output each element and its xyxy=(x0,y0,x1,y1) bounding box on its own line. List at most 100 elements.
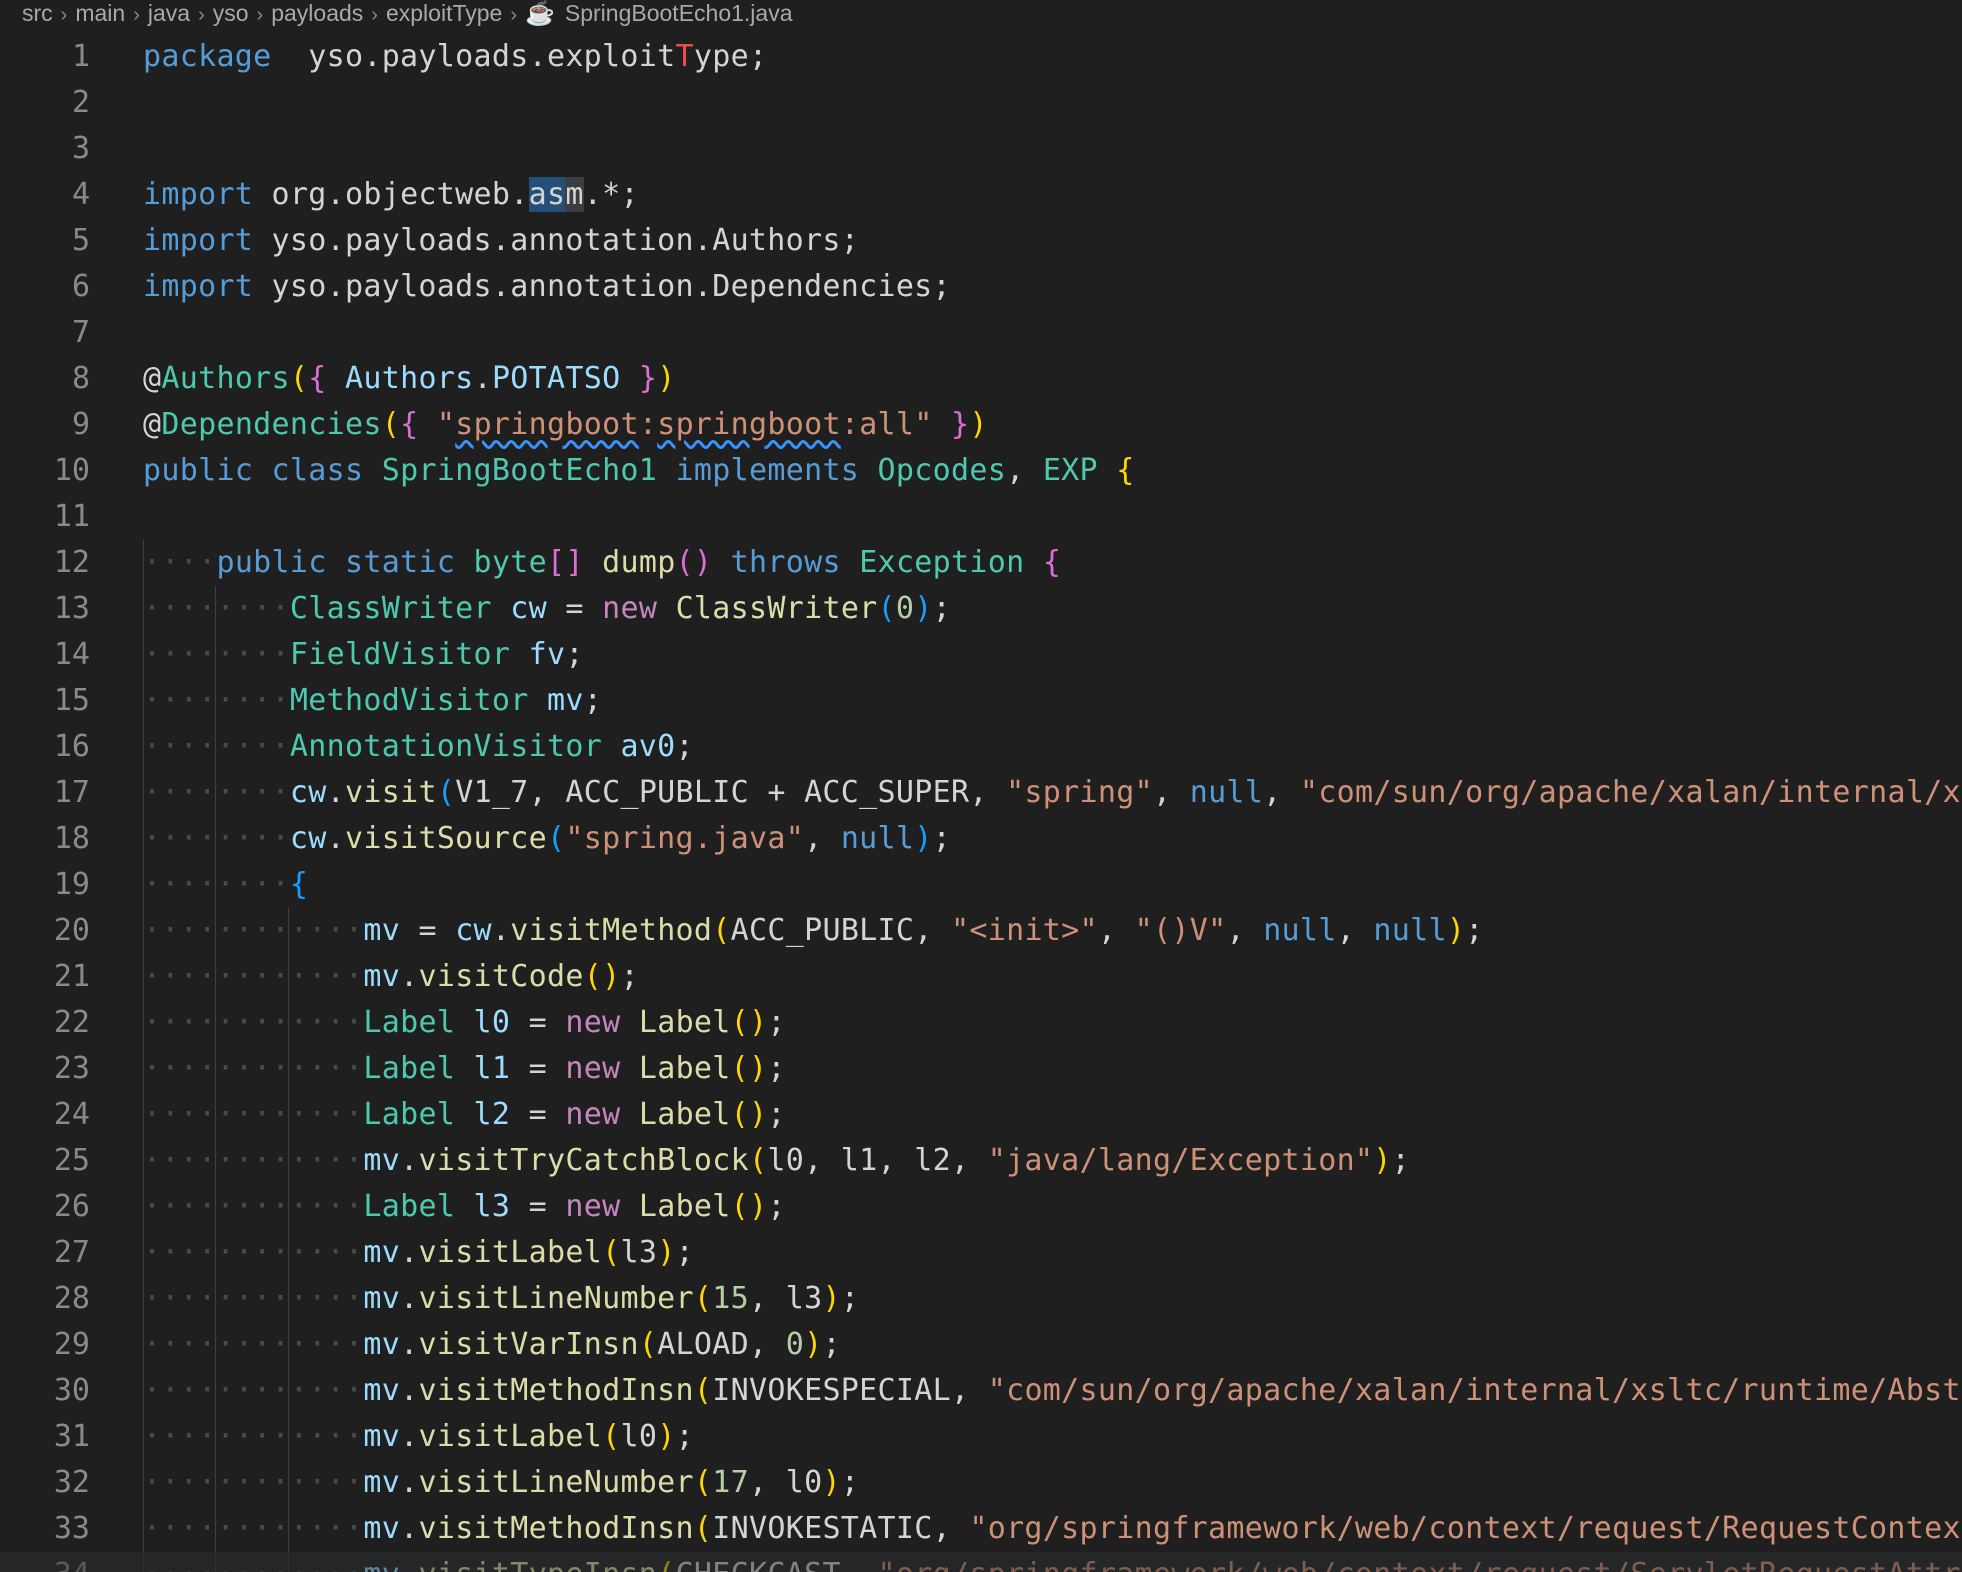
code-token: ; xyxy=(620,959,639,994)
breadcrumb-item[interactable]: payloads xyxy=(271,0,363,26)
code-token: ) xyxy=(804,1327,823,1362)
indent-guide xyxy=(215,1460,217,1506)
line-number: 10 xyxy=(53,453,90,488)
code-token: .*; xyxy=(583,177,639,212)
code-line[interactable]: 7 xyxy=(0,310,1962,356)
breadcrumb-item[interactable]: main xyxy=(75,0,125,26)
code-line[interactable]: 33 ···· ···· ···· mv.visitMethodInsn(INVOKES… xyxy=(0,1506,1962,1552)
code-text: ···· ···· ···· Label l2 = new Label(); xyxy=(143,1092,786,1138)
code-text: ···· ···· ···· Label l0 = new Label(); xyxy=(143,1000,786,1046)
code-token: mv xyxy=(363,1557,400,1572)
code-line[interactable]: 3 xyxy=(0,126,1962,172)
indent-guide xyxy=(287,954,289,1000)
code-line[interactable]: 26 ···· ···· ···· Label l3 = new Label(); xyxy=(0,1184,1962,1230)
code-line[interactable]: 20 ···· ···· ···· mv = cw.visitMethod(ACC_PU… xyxy=(0,908,1962,954)
line-number: 5 xyxy=(71,223,90,258)
whitespace-marker: ···· xyxy=(143,867,217,902)
line-number: 2 xyxy=(71,85,90,120)
code-line[interactable]: 15 ···· ···· MethodVisitor mv; xyxy=(0,678,1962,724)
code-line[interactable]: 6 import yso.payloads.annotation.Dependen… xyxy=(0,264,1962,310)
whitespace-marker: ···· xyxy=(143,1327,217,1362)
code-text: ···· ···· ···· mv.visitLabel(l0); xyxy=(143,1414,694,1460)
code-line[interactable]: 8 @Authors({ Authors.POTATSO }) xyxy=(0,356,1962,402)
code-line[interactable]: 19 ···· ····{ xyxy=(0,862,1962,908)
code-token: "com/sun/org/apache/xalan/internal/xsltc… xyxy=(987,1373,1962,1408)
chevron-right-icon: › xyxy=(256,3,264,26)
code-line[interactable]: 21 ···· ···· ···· mv.visitCode(); xyxy=(0,954,1962,1000)
line-number: 1 xyxy=(71,39,90,74)
code-line[interactable]: 24 ···· ···· ···· Label l2 = new Label(); xyxy=(0,1092,1962,1138)
code-line[interactable]: 12 ···· public static byte[] dump() throws… xyxy=(0,540,1962,586)
code-line[interactable]: 23 ···· ···· ···· Label l1 = new Label(); xyxy=(0,1046,1962,1092)
code-token: visitTypeInsn xyxy=(418,1557,657,1572)
code-line[interactable]: 10 public class SpringBootEcho1 implement… xyxy=(0,448,1962,494)
code-line[interactable]: 29 ···· ···· ···· mv.visitVarInsn(ALOAD, 0); xyxy=(0,1322,1962,1368)
code-text: ···· ···· ···· mv.visitLineNumber(17, l0); xyxy=(143,1460,859,1506)
code-line[interactable]: 5 import yso.payloads.annotation.Authors; xyxy=(0,218,1962,264)
code-token: l0 xyxy=(620,1419,658,1454)
code-line[interactable]: 32 ···· ···· ···· mv.visitLineNumber(17, l0)… xyxy=(0,1460,1962,1506)
code-token: import xyxy=(143,223,254,258)
indent-guide xyxy=(215,1184,217,1230)
whitespace-marker: ···· xyxy=(216,959,290,994)
code-token: ; xyxy=(840,1465,860,1500)
code-line[interactable]: 11 xyxy=(0,494,1962,540)
indent-guide xyxy=(215,1230,217,1276)
breadcrumb-file[interactable]: SpringBootEcho1.java xyxy=(565,0,793,26)
indent-guide xyxy=(215,954,217,1000)
code-token: () xyxy=(583,959,621,994)
code-token: l1 xyxy=(473,1051,511,1086)
code-line[interactable]: 28 ···· ···· ···· mv.visitLineNumber(15, l3)… xyxy=(0,1276,1962,1322)
code-line[interactable]: 16 ···· ···· AnnotationVisitor av0; xyxy=(0,724,1962,770)
code-text: import yso.payloads.annotation.Dependenc… xyxy=(143,264,951,310)
indent-guide xyxy=(143,1000,144,1046)
code-line[interactable]: 13 ···· ···· ClassWriter cw = new ClassWrit… xyxy=(0,586,1962,632)
code-line[interactable]: 14 ···· ···· FieldVisitor fv; xyxy=(0,632,1962,678)
code-line[interactable]: 22 ···· ···· ···· Label l0 = new Label(); xyxy=(0,1000,1962,1046)
code-line[interactable]: 1 package yso.payloads.exploitType; xyxy=(0,34,1962,80)
line-number: 33 xyxy=(53,1511,90,1546)
breadcrumb-item[interactable]: src xyxy=(22,0,53,26)
code-line[interactable]: 17 ···· ···· cw.visit(V1_7, ACC_PUBLIC + AC… xyxy=(0,770,1962,816)
code-line[interactable]: 18 ···· ···· cw.visitSource("spring.java", … xyxy=(0,816,1962,862)
code-token: ) xyxy=(914,591,933,626)
indent-guide xyxy=(215,1552,217,1572)
whitespace-marker: ···· xyxy=(289,1097,364,1132)
code-line[interactable]: 31 ···· ···· ···· mv.visitLabel(l0); xyxy=(0,1414,1962,1460)
line-number: 8 xyxy=(71,361,90,396)
code-token: visitLineNumber xyxy=(418,1281,694,1316)
whitespace-marker: ···· xyxy=(289,959,364,994)
whitespace-marker: ···· xyxy=(216,1557,289,1572)
whitespace-marker: ···· xyxy=(216,591,290,626)
code-token: mv xyxy=(363,1465,401,1500)
code-token: cw xyxy=(510,591,547,626)
indent-guide xyxy=(287,1506,289,1552)
code-line[interactable]: 4 import org.objectweb.asm.*; xyxy=(0,172,1962,218)
code-text: import org.objectweb.asm.*; xyxy=(143,172,639,218)
whitespace-marker: ···· xyxy=(289,1143,364,1178)
code-line[interactable]: 25 ···· ···· ···· mv.visitTryCatchBlock(l0, … xyxy=(0,1138,1962,1184)
breadcrumb-item[interactable]: exploitType xyxy=(386,0,502,26)
whitespace-marker: ···· xyxy=(143,775,217,810)
breadcrumb-item[interactable]: yso xyxy=(213,0,249,26)
whitespace-marker: ···· xyxy=(216,1005,290,1040)
code-token: Label xyxy=(363,1051,456,1086)
code-token: " xyxy=(418,407,456,442)
indent-guide xyxy=(215,1000,217,1046)
code-line[interactable]: 2 xyxy=(0,80,1962,126)
chevron-right-icon: › xyxy=(510,3,517,26)
breadcrumb-item[interactable]: java xyxy=(148,0,190,26)
code-line[interactable]: 34············mv.visitTypeInsn(CHECKCAST… xyxy=(0,1552,1962,1572)
code-editor[interactable]: 1 package yso.payloads.exploitType; 2 3 4 imp… xyxy=(0,34,1962,1572)
code-text: ···· ···· MethodVisitor mv; xyxy=(143,678,602,724)
code-line[interactable]: 30 ···· ···· ···· mv.visitMethodInsn(INVOKES… xyxy=(0,1368,1962,1414)
code-line[interactable]: 9 @Dependencies({ "springboot:springboot:… xyxy=(0,402,1962,448)
code-token: { xyxy=(289,867,309,902)
code-text: ···· ···· cw.visit(V1_7, ACC_PUBLIC + ACC_… xyxy=(143,770,1962,816)
code-line[interactable]: 27 ···· ···· ···· mv.visitLabel(l3); xyxy=(0,1230,1962,1276)
